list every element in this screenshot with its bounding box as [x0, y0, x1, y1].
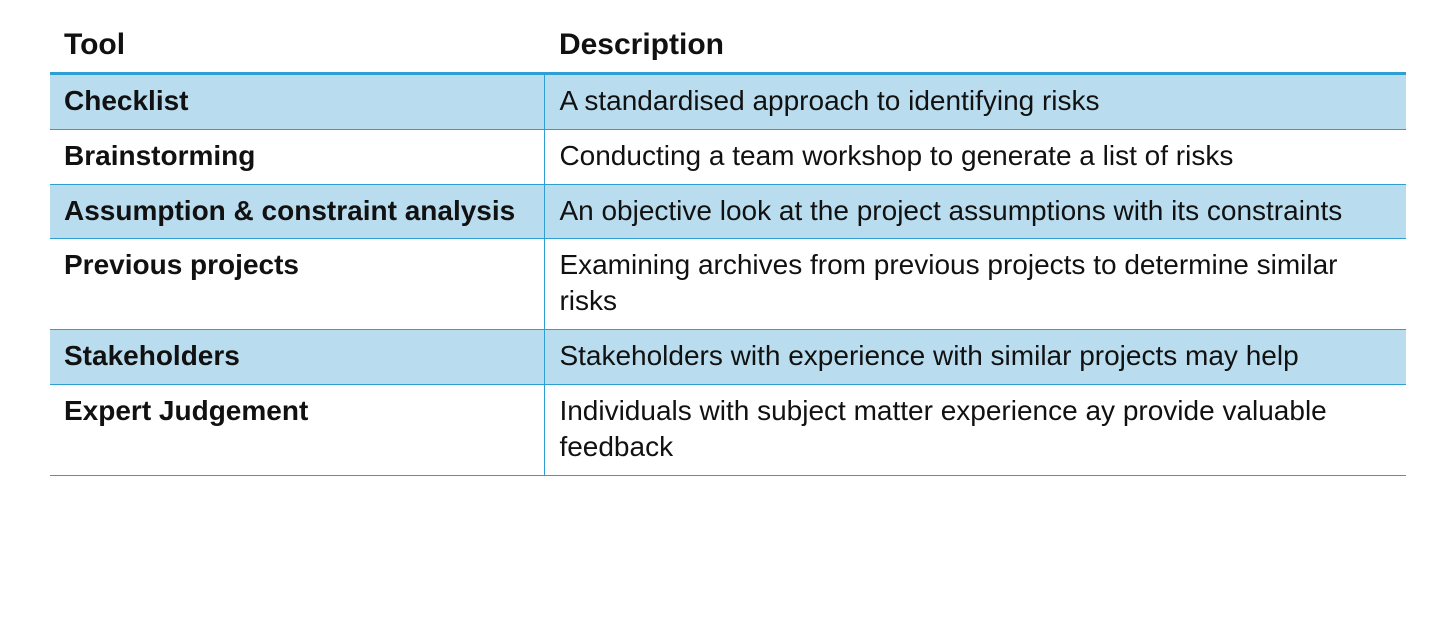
tool-name: Stakeholders [50, 330, 545, 385]
table-row: Previous projects Examining archives fro… [50, 239, 1406, 330]
tool-name: Expert Judgement [50, 384, 545, 475]
tool-description: An objective look at the project assumpt… [545, 184, 1406, 239]
tool-name: Previous projects [50, 239, 545, 330]
tool-description: Examining archives from previous project… [545, 239, 1406, 330]
table-row: Expert Judgement Individuals with subjec… [50, 384, 1406, 475]
header-description: Description [545, 20, 1406, 74]
tool-description: Individuals with subject matter experien… [545, 384, 1406, 475]
table-header-row: Tool Description [50, 20, 1406, 74]
tool-name: Assumption & constraint analysis [50, 184, 545, 239]
tool-name: Brainstorming [50, 129, 545, 184]
page-container: Tool Description Checklist A standardise… [0, 0, 1456, 496]
tool-description: Stakeholders with experience with simila… [545, 330, 1406, 385]
tool-description: A standardised approach to identifying r… [545, 74, 1406, 130]
header-tool: Tool [50, 20, 545, 74]
tool-name: Checklist [50, 74, 545, 130]
table-row: Brainstorming Conducting a team workshop… [50, 129, 1406, 184]
risk-tools-table: Tool Description Checklist A standardise… [50, 20, 1406, 476]
table-row: Assumption & constraint analysis An obje… [50, 184, 1406, 239]
tool-description: Conducting a team workshop to generate a… [545, 129, 1406, 184]
table-row: Stakeholders Stakeholders with experienc… [50, 330, 1406, 385]
table-row: Checklist A standardised approach to ide… [50, 74, 1406, 130]
